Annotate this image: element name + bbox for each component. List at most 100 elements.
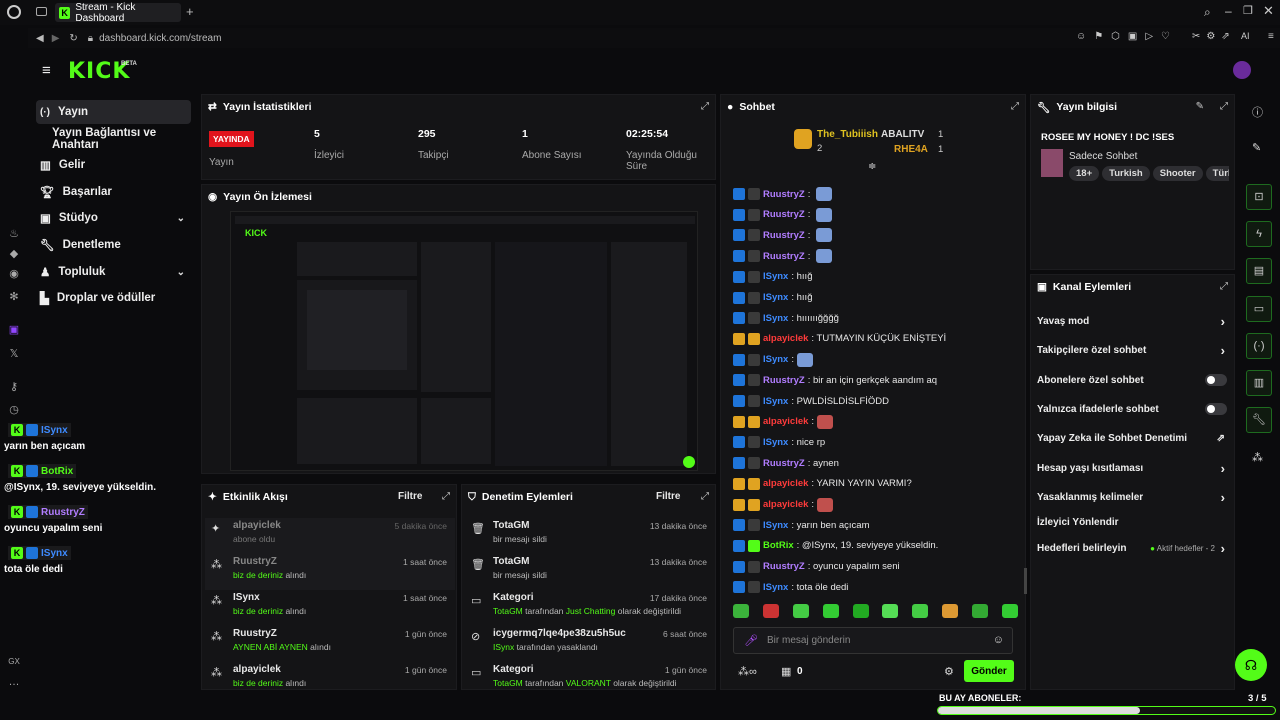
emote-10-icon[interactable]	[1001, 604, 1018, 618]
tag[interactable]: 18+	[1069, 166, 1100, 181]
nav-item-denetleme[interactable]: 🔧︎ Denetleme	[36, 233, 191, 257]
subscriber-only-toggle[interactable]	[1205, 374, 1227, 386]
event-user[interactable]: alpayiclek	[233, 664, 281, 675]
chat-username[interactable]: RuustryZ	[763, 561, 805, 572]
sidebar-app-1-icon[interactable]: ♨	[7, 227, 21, 241]
action-ai-moderation[interactable]: Yapay Zeka ile Sohbet Denetimi ⇗	[1037, 428, 1227, 448]
tag[interactable]: Türk	[1205, 166, 1229, 181]
chat-bubble-icon[interactable]: ▭	[1246, 296, 1272, 322]
emote-only-toggle[interactable]	[1205, 403, 1227, 415]
expand-icon[interactable]: ⤢	[701, 101, 709, 112]
new-tab-button[interactable]: +	[186, 4, 194, 19]
tab-workspace-icon[interactable]	[36, 7, 47, 16]
chat-username[interactable]: RuustryZ	[763, 209, 805, 220]
chat-emote-icon[interactable]	[797, 352, 813, 367]
chat-username[interactable]: alpayiclek	[763, 499, 808, 510]
chat-username[interactable]: ISynx	[763, 354, 788, 365]
chat-emote-icon[interactable]	[816, 228, 833, 243]
action-slow-mode[interactable]: Yavaş mod ›	[1037, 311, 1227, 331]
mod-actor[interactable]: TotaGM	[493, 556, 529, 567]
tag[interactable]: Shooter	[1152, 166, 1203, 181]
top-gifter-2[interactable]: ABALITV	[881, 129, 924, 140]
chat-emote-icon[interactable]	[817, 414, 834, 429]
back-icon[interactable]: ◀	[36, 33, 44, 44]
chat-emote-icon[interactable]	[816, 187, 833, 201]
clock-icon[interactable]: ◷	[7, 403, 21, 417]
opera-gx-logo-icon[interactable]	[7, 5, 21, 19]
community-icon[interactable]: ⁂	[1252, 451, 1263, 464]
action-goals[interactable]: Hedefleri belirleyin ● Aktif hedefler - 2…	[1037, 538, 1227, 558]
chat-username[interactable]: ISynx	[763, 582, 788, 593]
gx-label[interactable]: GX	[7, 655, 21, 669]
mod-actor[interactable]: TotaGM	[493, 520, 529, 531]
chat-username[interactable]: RuustryZ	[763, 189, 805, 200]
expand-icon[interactable]: ⤢	[701, 491, 709, 502]
more-icon[interactable]: …	[7, 675, 21, 689]
emote-2-icon[interactable]	[762, 604, 779, 618]
expand-icon[interactable]: ⤢	[1220, 281, 1228, 292]
chat-username[interactable]: ISynx	[763, 292, 788, 303]
action-banned-words[interactable]: Yasaklanmış kelimeler ›	[1037, 487, 1227, 507]
send-button[interactable]: Gönder	[964, 660, 1014, 682]
expand-icon[interactable]: ⤢	[442, 491, 450, 502]
chat-scrollbar[interactable]	[1024, 568, 1027, 594]
emote-7-icon[interactable]	[912, 604, 929, 618]
url-field[interactable]: dashboard.kick.com/stream	[99, 33, 221, 44]
chat-username[interactable]: alpayiclek	[763, 416, 808, 427]
chat-username[interactable]: RuustryZ	[763, 458, 805, 469]
mod-actor[interactable]: Kategori	[493, 592, 534, 603]
emote-6-icon[interactable]	[882, 604, 899, 618]
chat-username[interactable]: alpayiclek	[763, 333, 808, 344]
sidebar-app-4-icon[interactable]: ✻	[7, 290, 21, 304]
twitch-icon[interactable]: ▣	[7, 323, 21, 337]
emoji-icon[interactable]: ☺	[993, 634, 1004, 646]
chat-username[interactable]: alpayiclek	[763, 478, 808, 489]
wrench-icon[interactable]: 🔧︎	[1246, 407, 1272, 433]
chat-username[interactable]: ISynx	[763, 396, 788, 407]
maximize-icon[interactable]: ❐	[1243, 4, 1253, 17]
support-headset-icon[interactable]: ☊	[1235, 649, 1267, 681]
chat-username[interactable]: ISynx	[763, 271, 788, 282]
top-gifter-3[interactable]: RHE4A	[894, 144, 928, 155]
reload-icon[interactable]: ↻	[69, 33, 77, 44]
chat-username[interactable]: BotRix	[763, 540, 794, 551]
chat-username[interactable]: RuustryZ	[763, 230, 805, 241]
nav-item-yayin[interactable]: (·) Yayın	[36, 100, 191, 124]
chat-input[interactable]: 🎤︎ Bir mesaj gönderin ☺	[733, 627, 1013, 654]
chat-emote-icon[interactable]	[816, 249, 833, 264]
minimize-icon[interactable]: –	[1225, 4, 1232, 18]
emote-1-icon[interactable]	[733, 604, 749, 618]
emote-9-icon[interactable]	[972, 604, 988, 618]
chat-settings-icon[interactable]: ⚙	[944, 665, 954, 678]
chat-username[interactable]: RuustryZ	[763, 375, 805, 386]
chat-emote-icon[interactable]	[816, 207, 833, 222]
chat-username[interactable]: ISynx	[763, 437, 788, 448]
emote-5-icon[interactable]	[852, 604, 869, 618]
clipboard-icon[interactable]: ▤	[1246, 258, 1272, 284]
sidebar-app-3-icon[interactable]: ◉	[7, 267, 21, 281]
broadcast-icon[interactable]: (·)	[1246, 333, 1272, 359]
ai-label[interactable]: AI	[1241, 31, 1250, 41]
avatar[interactable]	[1233, 61, 1251, 79]
collapse-icon[interactable]: ≑	[868, 161, 876, 172]
lightning-icon[interactable]: ϟ	[1246, 221, 1272, 247]
preview-video[interactable]: KICK	[230, 211, 698, 471]
action-account-age[interactable]: Hesap yaşı kısıtlaması ›	[1037, 458, 1227, 478]
menu-icon[interactable]: ≡	[1268, 31, 1274, 42]
event-user[interactable]: RuustryZ	[233, 556, 277, 567]
stream-category[interactable]: Sadece Sohbet	[1069, 151, 1137, 162]
info-icon[interactable]: ⓘ	[1252, 104, 1263, 120]
nav-item-studyo[interactable]: ▣ Stüdyo ⌄	[36, 206, 191, 230]
emote-4-icon[interactable]	[822, 604, 839, 618]
mod-actor[interactable]: icygermq7lqe4pe38zu5h5uc	[493, 628, 626, 639]
chat-username[interactable]: ISynx	[763, 313, 788, 324]
extension-icons[interactable]: ☺⚑⬡▣▷♡	[1076, 31, 1178, 42]
moderation-filter-button[interactable]: Filtre	[656, 491, 680, 502]
action-emote-only[interactable]: Yalnızca ifadelerle sohbet	[1037, 399, 1227, 419]
chat-emote-icon[interactable]	[817, 497, 834, 512]
action-raid[interactable]: İzleyici Yönlendir	[1037, 512, 1227, 532]
emote-3-icon[interactable]	[792, 604, 809, 618]
forward-icon[interactable]: ▶	[52, 33, 60, 44]
event-user[interactable]: ISynx	[233, 592, 260, 603]
emote-8-icon[interactable]	[942, 604, 959, 618]
